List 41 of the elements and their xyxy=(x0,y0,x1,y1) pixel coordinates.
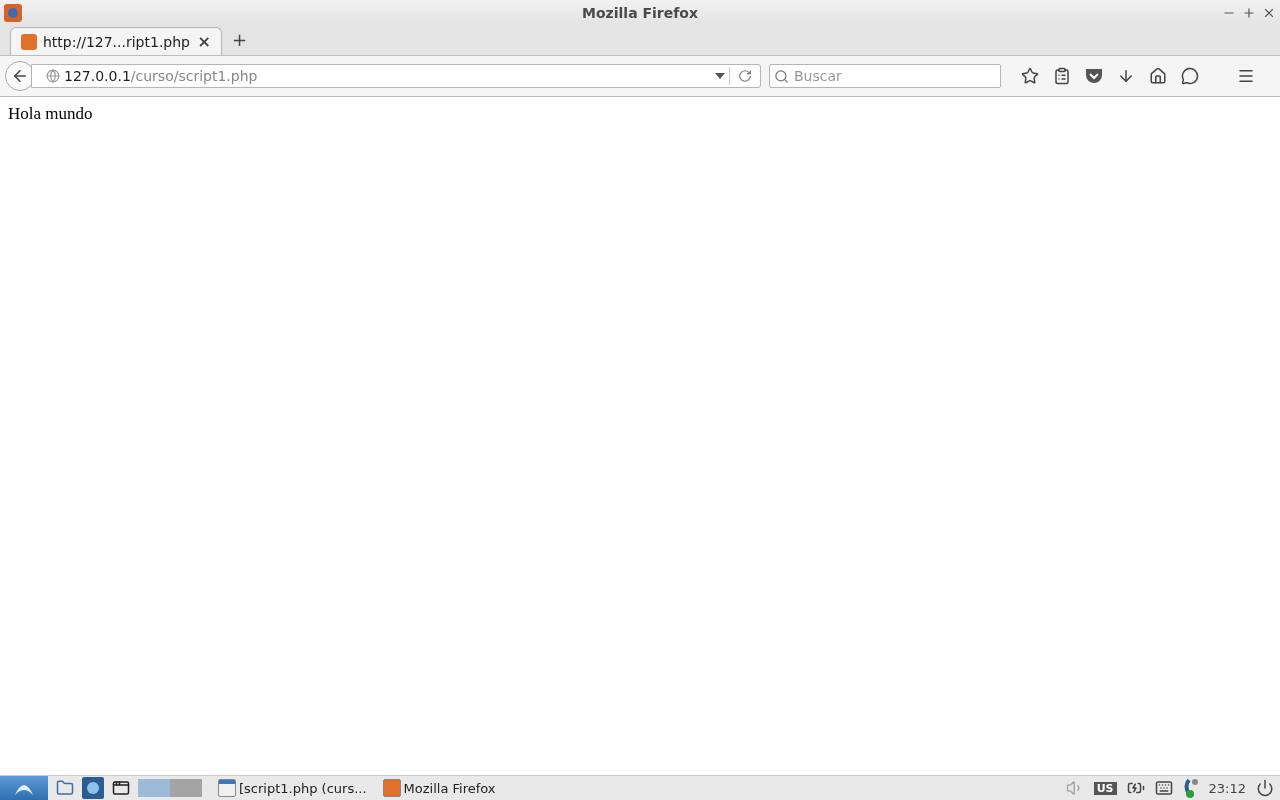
favicon-icon xyxy=(21,33,37,50)
search-field[interactable]: Buscar xyxy=(769,64,1001,88)
taskbar-task[interactable]: [script1.php (curs... xyxy=(218,779,367,797)
reading-list-icon[interactable] xyxy=(1053,67,1071,85)
window-title: Mozilla Firefox xyxy=(582,4,698,21)
tab-title: http://127...ript1.php xyxy=(43,33,190,50)
chat-icon[interactable] xyxy=(1181,67,1199,85)
network-status-icon[interactable] xyxy=(1182,778,1199,798)
new-tab-button[interactable]: + xyxy=(232,29,248,50)
home-icon[interactable] xyxy=(1149,67,1167,85)
star-icon[interactable] xyxy=(1021,67,1039,85)
power-icon[interactable] xyxy=(1256,779,1274,797)
address-bar[interactable]: 127.0.0.1/curso/script1.php xyxy=(31,64,761,88)
firefox-logo-icon xyxy=(4,3,22,22)
window-icon[interactable] xyxy=(112,779,130,797)
file-manager-icon[interactable] xyxy=(56,779,74,797)
url-host: 127.0.0.1 xyxy=(64,68,131,84)
clock: 23:12 xyxy=(1208,780,1246,796)
network-app-icon[interactable] xyxy=(82,777,104,799)
workspace-switcher[interactable] xyxy=(170,779,202,797)
page-text: Hola mundo xyxy=(8,104,93,123)
url-path: /curso/script1.php xyxy=(130,68,258,84)
task-label: [script1.php (curs... xyxy=(239,780,367,796)
menu-icon[interactable] xyxy=(1237,67,1255,85)
workspace-switcher[interactable] xyxy=(138,779,170,797)
pocket-icon[interactable] xyxy=(1085,68,1103,84)
keyboard-layout[interactable]: US xyxy=(1093,781,1117,795)
dropdown-icon[interactable] xyxy=(715,72,725,80)
keyboard-icon[interactable] xyxy=(1154,779,1173,797)
tab-close-button[interactable]: × xyxy=(197,32,211,51)
download-icon[interactable] xyxy=(1117,67,1135,85)
browser-tab[interactable]: http://127...ript1.php × xyxy=(10,27,222,55)
reload-icon xyxy=(738,69,752,83)
firefox-logo-icon xyxy=(382,779,401,797)
search-icon xyxy=(774,69,789,84)
taskbar-task[interactable]: Mozilla Firefox xyxy=(382,779,496,797)
task-label: Mozilla Firefox xyxy=(403,780,496,796)
window-icon xyxy=(218,779,236,797)
maximize-icon[interactable] xyxy=(1242,5,1256,20)
globe-icon xyxy=(46,69,60,83)
start-button[interactable] xyxy=(0,776,48,800)
